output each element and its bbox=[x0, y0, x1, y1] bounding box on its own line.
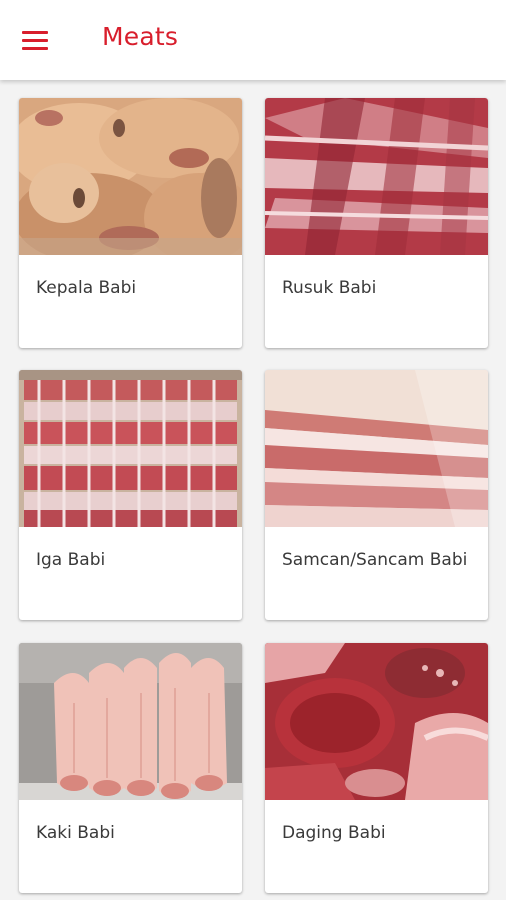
meat-card-label: Kepala Babi bbox=[36, 278, 137, 298]
iga-babi-image bbox=[19, 370, 242, 527]
app-bar: Meats bbox=[0, 0, 506, 80]
daging-babi-image bbox=[265, 643, 488, 800]
meat-card-label: Rusuk Babi bbox=[282, 278, 377, 298]
meat-grid: Kepala Babi Rusuk Babi Iga Babi Samcan/S… bbox=[0, 80, 506, 900]
rusuk-babi-image bbox=[265, 98, 488, 255]
hamburger-menu-icon[interactable] bbox=[22, 26, 56, 54]
meat-card-kepala-babi[interactable]: Kepala Babi bbox=[19, 98, 242, 348]
meat-card-daging-babi[interactable]: Daging Babi bbox=[265, 643, 488, 893]
meat-card-label: Iga Babi bbox=[36, 550, 106, 570]
meat-card-label: Daging Babi bbox=[282, 823, 386, 843]
meat-card-label: Kaki Babi bbox=[36, 823, 115, 843]
meat-card-label: Samcan/Sancam Babi bbox=[282, 550, 468, 570]
kepala-babi-image bbox=[19, 98, 242, 255]
meat-card-kaki-babi[interactable]: Kaki Babi bbox=[19, 643, 242, 893]
meat-card-rusuk-babi[interactable]: Rusuk Babi bbox=[265, 98, 488, 348]
kaki-babi-image bbox=[19, 643, 242, 800]
meat-card-samcan-babi[interactable]: Samcan/Sancam Babi bbox=[265, 370, 488, 620]
meat-card-iga-babi[interactable]: Iga Babi bbox=[19, 370, 242, 620]
page-title: Meats bbox=[102, 22, 179, 51]
samcan-babi-image bbox=[265, 370, 488, 527]
